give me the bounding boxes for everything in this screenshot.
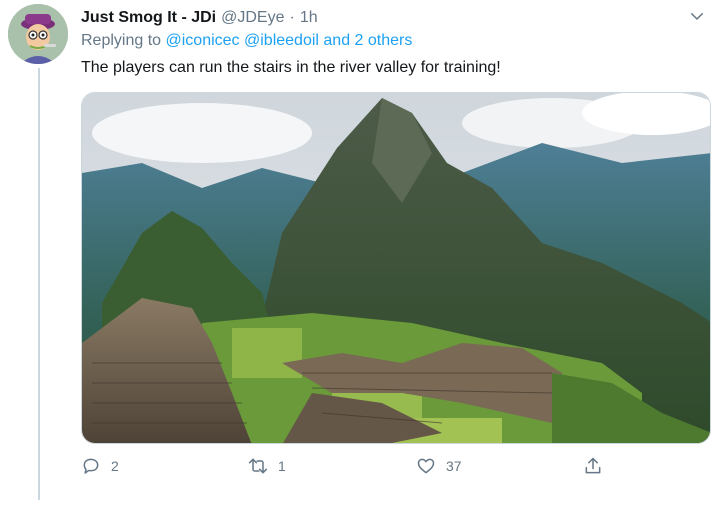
heart-icon: [417, 458, 435, 474]
share-button[interactable]: [583, 456, 613, 476]
tweet-header: Just Smog It - JDi @JDEye · 1h: [81, 7, 710, 29]
retweet-arrows-icon: [248, 458, 268, 474]
mention-link[interactable]: @iconicec: [166, 32, 240, 49]
tweet-actions: 2 1 37: [81, 456, 621, 482]
mountain-ruins-photo: [82, 93, 710, 443]
retweet-count: 1: [278, 458, 286, 474]
replying-prefix: Replying to: [81, 32, 162, 49]
speech-bubble-icon: [83, 458, 99, 474]
reply-count: 2: [111, 458, 119, 474]
tweet-image[interactable]: [81, 92, 711, 444]
timestamp[interactable]: 1h: [300, 9, 318, 27]
tweet-text: The players can run the stairs in the ri…: [81, 59, 501, 76]
display-name[interactable]: Just Smog It - JDi: [81, 9, 216, 27]
retweet-button[interactable]: 1: [248, 456, 286, 476]
user-handle[interactable]: @JDEye: [221, 9, 284, 27]
separator-dot: ·: [289, 9, 295, 26]
avatar-cartoon-icon: [8, 4, 68, 64]
avatar[interactable]: [8, 4, 68, 64]
thread-connector-line: [38, 68, 40, 500]
reply-button[interactable]: 2: [81, 456, 119, 476]
replying-to-line: Replying to @iconicec @ibleedoil and 2 o…: [81, 32, 412, 50]
others-link[interactable]: and 2 others: [323, 32, 412, 49]
like-button[interactable]: 37: [416, 456, 462, 476]
like-count: 37: [446, 458, 462, 474]
share-upload-icon: [585, 457, 601, 474]
chevron-down-icon[interactable]: [688, 7, 706, 25]
mention-link[interactable]: @ibleedoil: [244, 32, 319, 49]
